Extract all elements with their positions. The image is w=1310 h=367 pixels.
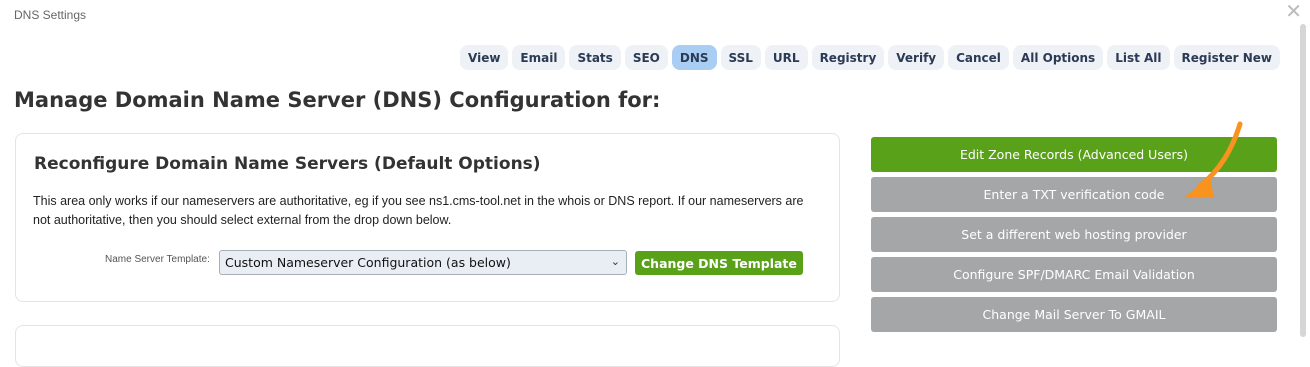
ns-template-label: Name Server Template: — [105, 254, 210, 265]
tab-list-all[interactable]: List All — [1107, 45, 1170, 70]
card-title: Reconfigure Domain Name Servers (Default… — [34, 154, 541, 174]
tab-seo[interactable]: SEO — [624, 45, 668, 70]
tab-register-new[interactable]: Register New — [1173, 45, 1280, 70]
tab-cancel[interactable]: Cancel — [948, 45, 1009, 70]
tab-dns[interactable]: DNS — [671, 45, 717, 70]
spf-dmarc-button[interactable]: Configure SPF/DMARC Email Validation — [871, 257, 1277, 292]
pointer-arrow-icon — [1184, 121, 1243, 198]
tab-registry[interactable]: Registry — [811, 45, 885, 70]
second-card — [15, 325, 840, 367]
tab-stats[interactable]: Stats — [569, 45, 621, 70]
close-icon[interactable]: ✕ — [1285, 2, 1302, 22]
change-dns-template-button[interactable]: Change DNS Template — [635, 251, 803, 275]
tab-ssl[interactable]: SSL — [720, 45, 761, 70]
web-hosting-provider-button[interactable]: Set a different web hosting provider — [871, 217, 1277, 252]
chevron-down-icon: ⌄ — [610, 255, 620, 268]
nameserver-card: Reconfigure Domain Name Servers (Default… — [15, 133, 840, 302]
ns-template-value: Custom Nameserver Configuration (as belo… — [225, 255, 511, 270]
scrollbar[interactable] — [1300, 24, 1306, 337]
window-title: DNS Settings — [14, 8, 87, 22]
card-description: This area only works if our nameservers … — [33, 194, 804, 227]
ns-template-select[interactable]: Custom Nameserver Configuration (as belo… — [219, 250, 627, 275]
tab-all-options[interactable]: All Options — [1012, 45, 1104, 70]
tab-view[interactable]: View — [460, 45, 509, 70]
tab-email[interactable]: Email — [512, 45, 566, 70]
tab-url[interactable]: URL — [764, 45, 808, 70]
tab-verify[interactable]: Verify — [888, 45, 945, 70]
gmail-mail-server-button[interactable]: Change Mail Server To GMAIL — [871, 297, 1277, 332]
page-title: Manage Domain Name Server (DNS) Configur… — [14, 88, 661, 112]
tab-bar: View Email Stats SEO DNS SSL URL Registr… — [460, 45, 1280, 70]
